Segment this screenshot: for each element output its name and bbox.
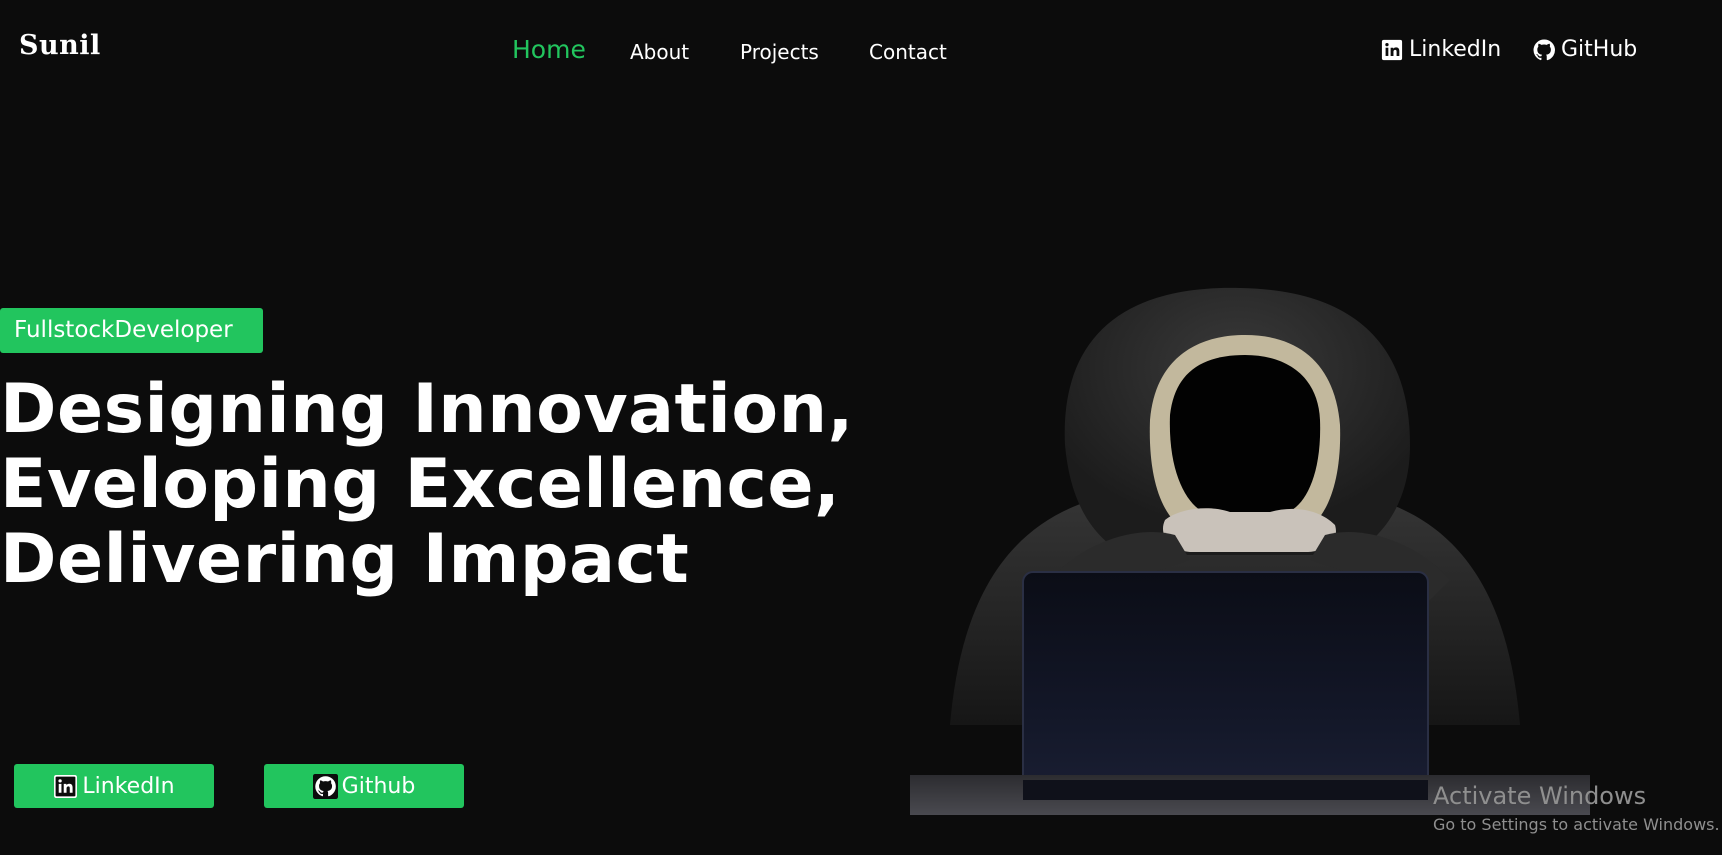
linkedin-icon [54, 774, 78, 798]
nav-contact[interactable]: Contact [869, 40, 947, 64]
headline-line-2: Eveloping Excellence, [0, 445, 841, 524]
header-github-label: GitHub [1561, 37, 1638, 62]
hero-headline: Designing Innovation, Eveloping Excellen… [0, 370, 854, 599]
role-badge: FullstockDeveloper [0, 308, 263, 353]
header-linkedin-label: LinkedIn [1409, 37, 1502, 62]
headline-line-1: Designing Innovation, [0, 370, 854, 449]
github-button-label: Github [341, 773, 416, 799]
header-linkedin-link[interactable]: LinkedIn [1381, 37, 1501, 62]
nav-about[interactable]: About [630, 40, 689, 64]
windows-activation-subtitle: Go to Settings to activate Windows. [1433, 815, 1720, 834]
github-button[interactable]: Github [264, 764, 464, 808]
linkedin-button-label: LinkedIn [82, 773, 175, 799]
windows-activation-title: Activate Windows [1433, 782, 1647, 810]
headline-line-3: Delivering Impact [0, 520, 690, 599]
github-icon [312, 773, 338, 799]
nav-home[interactable]: Home [512, 35, 586, 64]
hacker-illustration [910, 287, 1590, 815]
brand-logo[interactable]: Sunil [19, 30, 101, 61]
github-icon [1533, 39, 1555, 60]
nav-projects[interactable]: Projects [740, 40, 819, 64]
linkedin-icon [1381, 39, 1403, 60]
page: Sunil Home About Projects Contact Linked… [0, 0, 1722, 855]
linkedin-button[interactable]: LinkedIn [14, 764, 214, 808]
header-github-link[interactable]: GitHub [1533, 37, 1637, 62]
